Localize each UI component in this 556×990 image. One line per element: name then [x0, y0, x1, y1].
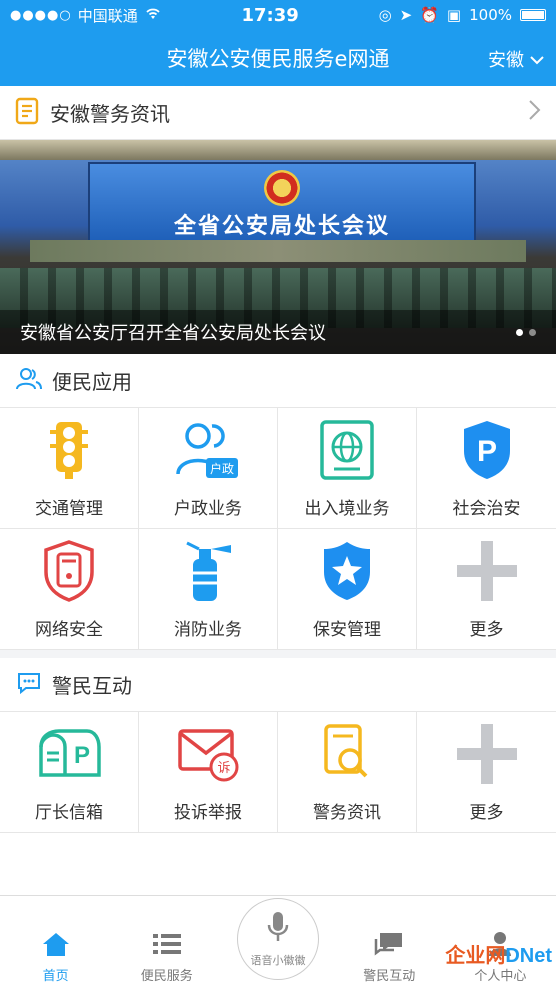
battery-percent: 100% [469, 6, 512, 24]
carousel-dot[interactable] [529, 328, 536, 336]
lock-rotation-icon: ◎ [378, 6, 392, 24]
plus-icon [455, 539, 519, 603]
interaction-complaint[interactable]: 诉 投诉举报 [139, 712, 278, 833]
wifi-icon [144, 6, 162, 24]
traffic-light-icon [37, 418, 101, 482]
carrier-label: 中国联通 [77, 6, 138, 25]
service-label: 户政业务 [174, 498, 242, 519]
interaction-section-header: 警民互动 [0, 658, 556, 712]
tab-services[interactable]: 便民服务 [111, 929, 222, 990]
interaction-section-title: 警民互动 [52, 674, 132, 698]
plus-icon [455, 722, 519, 786]
tab-home[interactable]: 首页 [0, 929, 111, 990]
tab-bar: 首页 便民服务 语音小徽徽 警民互动 个人中心 企业网DNet [0, 895, 556, 990]
svg-text:P: P [74, 742, 90, 769]
banner-caption: 安徽省公安厅召开全省公安局处长会议 [20, 323, 326, 344]
list-icon [152, 929, 182, 959]
svg-text:户政: 户政 [210, 461, 234, 476]
parking-shield-icon: P [455, 418, 519, 482]
network-security-icon [37, 539, 101, 603]
banner-caption-bar: 安徽省公安厅召开全省公安局处长会议 [0, 310, 556, 354]
interaction-label: 厅长信箱 [35, 802, 103, 823]
service-label: 保安管理 [313, 619, 381, 640]
tab-interaction[interactable]: 警民互动 [334, 929, 445, 990]
interaction-label: 警务资讯 [313, 802, 381, 823]
home-icon [41, 929, 71, 959]
carousel-dot[interactable] [516, 328, 523, 336]
watermark: 企业网DNet [445, 939, 552, 968]
interaction-police-news[interactable]: 警务资讯 [278, 712, 417, 833]
document-icon [14, 97, 40, 129]
tab-voice[interactable]: 语音小徽徽 [222, 898, 333, 990]
tab-label: 首页 [42, 969, 69, 984]
service-label: 交通管理 [35, 498, 103, 519]
watermark-b: DNet [505, 945, 552, 967]
alarm-icon: ⏰ [420, 6, 439, 24]
service-label: 社会治安 [452, 498, 521, 519]
services-section-title: 便民应用 [52, 370, 132, 394]
service-public-order[interactable]: P 社会治安 [417, 408, 556, 529]
banner-ceiling [0, 140, 556, 160]
chevron-down-icon [530, 49, 544, 70]
globe-icon [315, 418, 379, 482]
news-section-header[interactable]: 安徽警务资讯 [0, 86, 556, 140]
service-label: 更多 [469, 619, 504, 640]
tab-label: 便民服务 [140, 969, 193, 984]
service-label: 网络安全 [35, 619, 103, 640]
services-grid: 交通管理 户政 户政业务 出入境业务 P 社会治安 网络安全 消防业务 保安管理 [0, 408, 556, 650]
service-household[interactable]: 户政 户政业务 [139, 408, 278, 529]
news-banner[interactable]: 全省公安局处长会议 安徽省公安厅召开全省公安局处长会议 [0, 140, 556, 354]
interaction-director-mailbox[interactable]: P 厅长信箱 [0, 712, 139, 833]
service-fire[interactable]: 消防业务 [139, 529, 278, 650]
household-icon: 户政 [176, 418, 240, 482]
banner-stage [30, 240, 526, 262]
tab-label: 警民互动 [363, 969, 416, 984]
service-immigration[interactable]: 出入境业务 [278, 408, 417, 529]
banner-screen: 全省公安局处长会议 [88, 162, 476, 244]
interaction-grid: P 厅长信箱 诉 投诉举报 警务资讯 更多 [0, 712, 556, 833]
carousel-indicator[interactable] [516, 328, 536, 336]
complaint-mail-icon: 诉 [176, 722, 240, 786]
fire-extinguisher-icon [176, 539, 240, 603]
status-bar: ●●●●○ 中国联通 17:39 ◎ ➤ ⏰ ▣ 100% [0, 0, 556, 30]
star-shield-icon [315, 539, 379, 603]
service-network-security[interactable]: 网络安全 [0, 529, 139, 650]
service-traffic[interactable]: 交通管理 [0, 408, 139, 529]
people-icon [16, 367, 42, 395]
police-emblem-icon [264, 170, 300, 206]
service-label: 出入境业务 [304, 498, 390, 519]
chevron-right-icon[interactable] [528, 98, 542, 128]
chat-bubble-icon [16, 671, 42, 699]
app-title: 安徽公安便民服务e网通 [166, 47, 390, 71]
region-label: 安徽 [488, 50, 524, 71]
service-label: 消防业务 [174, 619, 242, 640]
clock: 17:39 [241, 4, 299, 26]
image-icon: ▣ [446, 6, 462, 24]
interaction-label: 更多 [469, 802, 504, 823]
interaction-label: 投诉举报 [174, 802, 242, 823]
service-security-guard[interactable]: 保安管理 [278, 529, 417, 650]
battery-icon [520, 9, 546, 21]
svg-text:P: P [476, 435, 496, 468]
watermark-a: 企业网 [445, 945, 506, 967]
search-doc-icon [315, 722, 379, 786]
banner-screen-text: 全省公安局处长会议 [173, 214, 390, 239]
section-gap [0, 650, 556, 658]
service-more[interactable]: 更多 [417, 529, 556, 650]
interaction-more[interactable]: 更多 [417, 712, 556, 833]
region-selector[interactable]: 安徽 [488, 46, 544, 72]
nav-bar: 安徽公安便民服务e网通 安徽 [0, 30, 556, 86]
svg-text:诉: 诉 [217, 761, 230, 776]
mailbox-icon: P [37, 722, 101, 786]
signal-icon: ●●●●○ [10, 7, 72, 23]
voice-button[interactable]: 语音小徽徽 [237, 898, 319, 980]
chat-icon [374, 929, 404, 959]
location-icon: ➤ [399, 6, 413, 24]
microphone-icon [267, 911, 289, 946]
tab-label: 语音小徽徽 [250, 953, 306, 967]
news-section-title: 安徽警务资讯 [50, 102, 170, 126]
services-section-header: 便民应用 [0, 354, 556, 408]
